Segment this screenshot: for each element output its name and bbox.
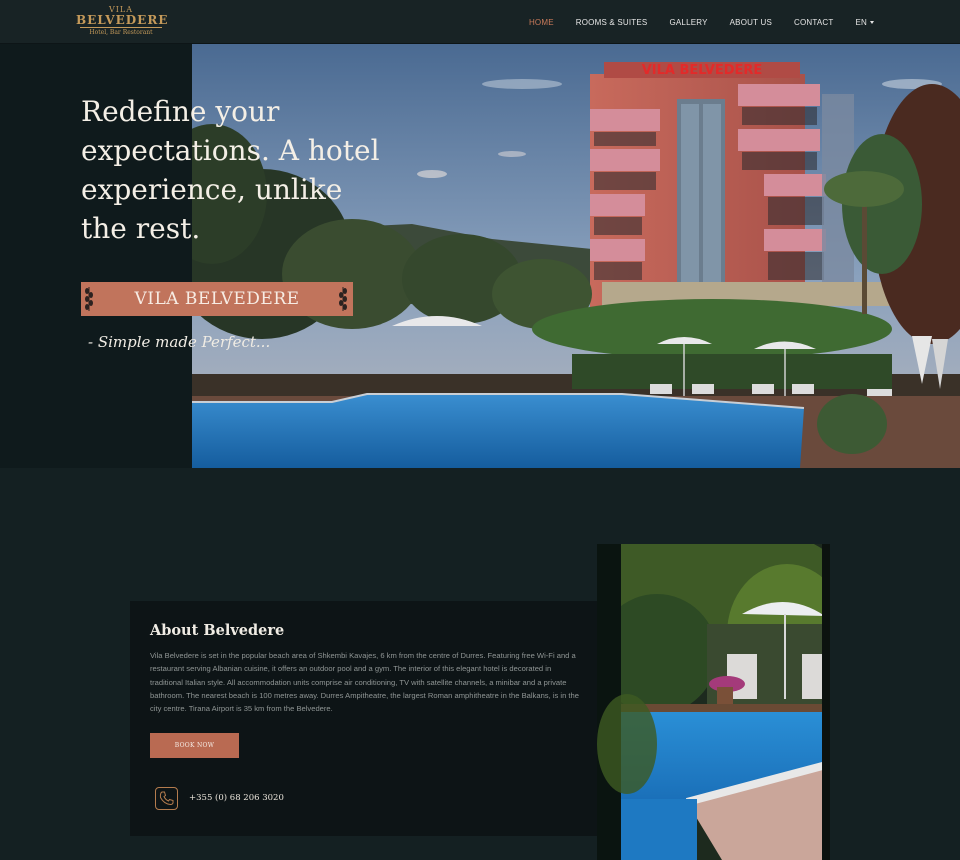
pool-garden-photo [597,544,830,860]
language-selector[interactable]: EN [855,18,874,27]
hero-tagline: - Simple made Perfect... [88,333,271,351]
phone-icon [155,787,178,810]
laurel-right-icon [339,287,347,311]
hotel-sign-text: VILA BELVEDERE [642,63,763,78]
about-description: Vila Belvedere is set in the popular bea… [150,651,579,714]
banner-text: VILA BELVEDERE [134,289,300,309]
top-nav: VILA BELVEDERE Hotel, Bar Restorant HOME… [0,0,960,44]
nav-contact[interactable]: CONTACT [794,18,833,27]
nav-about-us[interactable]: ABOUT US [730,18,772,27]
hero-section: VILA BELVEDERE Redefine your expectation… [0,44,960,468]
book-now-button[interactable]: BOOK NOW [150,733,239,758]
about-card: About Belvedere Vila Belvedere is set in… [130,601,597,836]
logo-rule [80,27,162,28]
about-title: About Belvedere [150,622,285,639]
hero-headline: Redefine your expectations. A hotel expe… [81,95,380,245]
nav-rooms-suites[interactable]: ROOMS & SUITES [576,18,648,27]
caret-down-icon [870,20,874,24]
nav-home[interactable]: HOME [529,18,554,27]
vila-belvedere-banner: VILA BELVEDERE [81,282,353,316]
language-label: EN [855,17,867,27]
logo-line2: BELVEDERE [76,13,169,27]
phone-number[interactable]: +355 (0) 68 206 3020 [189,793,284,803]
nav-gallery[interactable]: GALLERY [669,18,707,27]
hotel-logo[interactable]: VILA BELVEDERE Hotel, Bar Restorant [76,6,169,38]
main-menu: HOME ROOMS & SUITES GALLERY ABOUT US CON… [507,0,874,44]
logo-line3: Hotel, Bar Restorant [89,29,153,36]
